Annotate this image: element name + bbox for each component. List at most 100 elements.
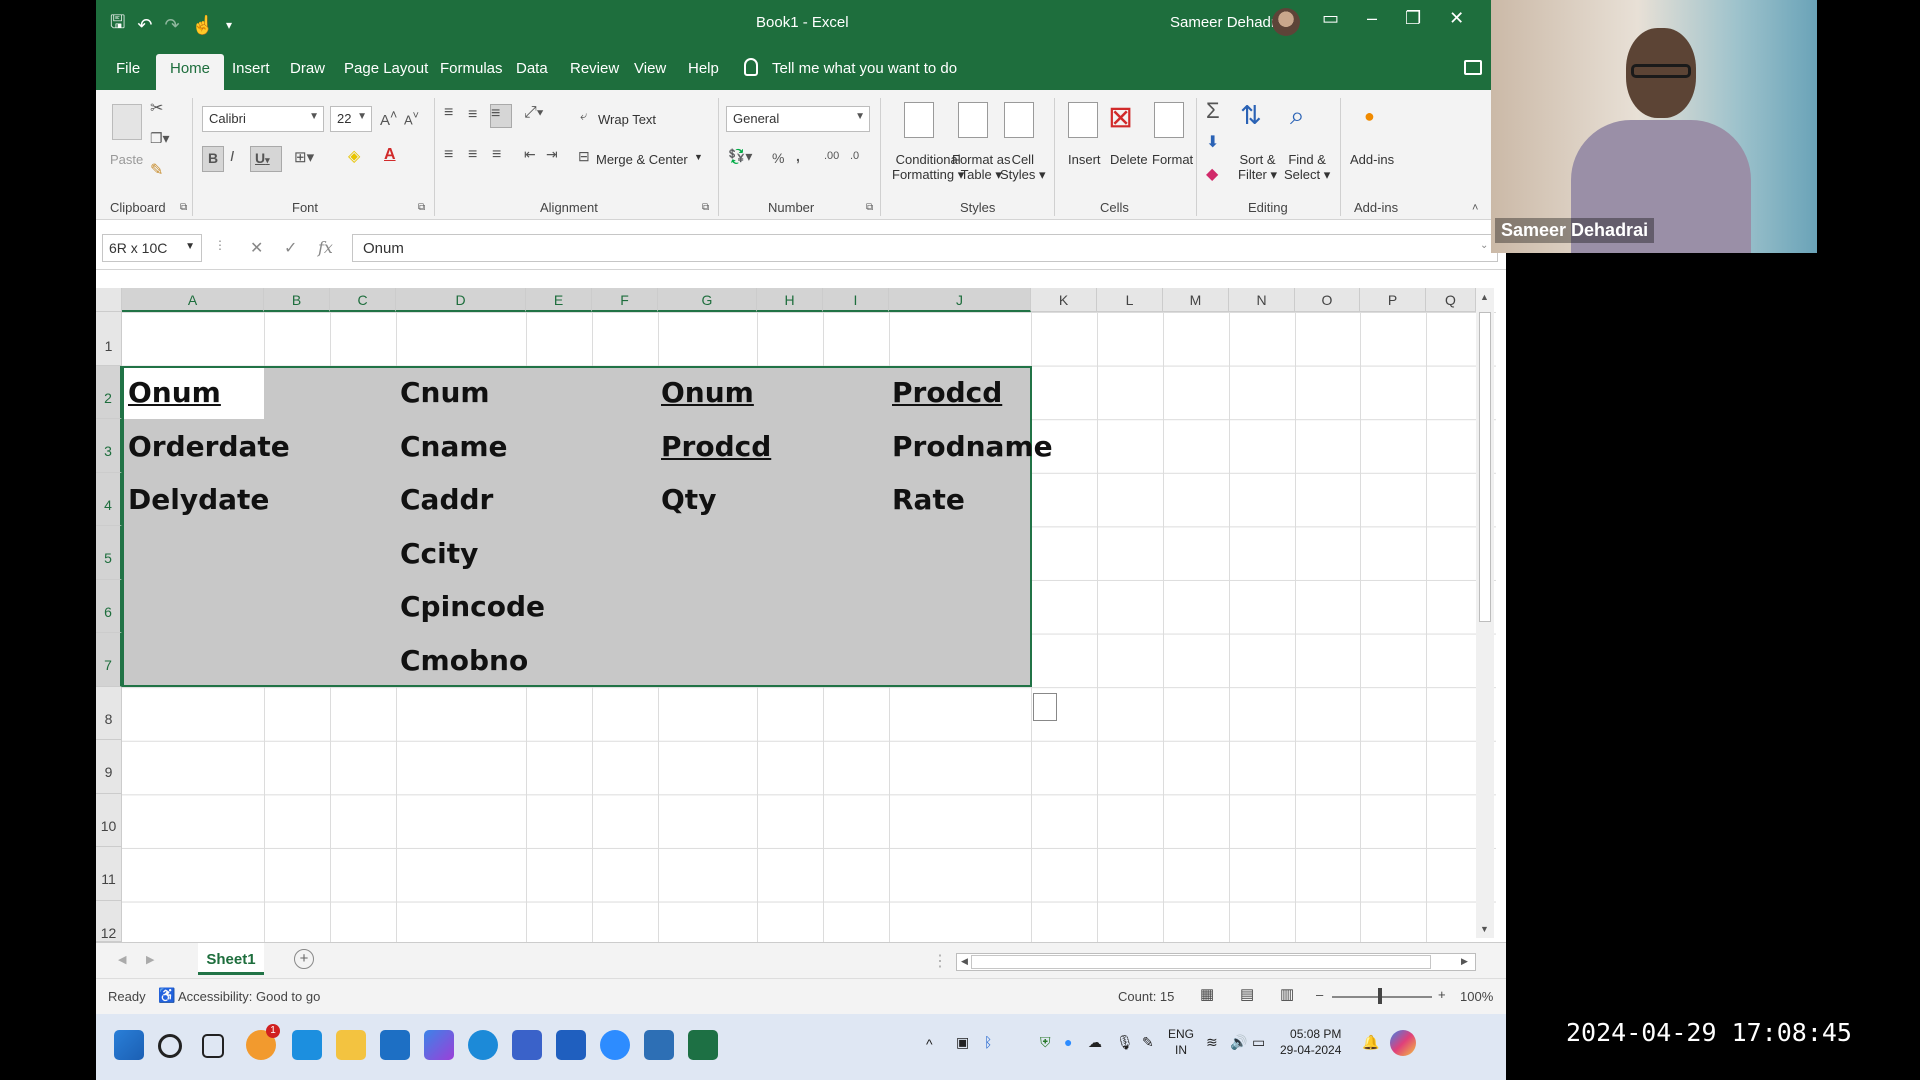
align-top-icon[interactable]: ≡ xyxy=(444,104,453,122)
delete-cells-icon[interactable]: ⊠ xyxy=(1108,100,1133,135)
row-header-4[interactable]: 4 xyxy=(96,473,122,526)
italic-button[interactable]: I xyxy=(230,148,234,165)
whiteboard-icon[interactable] xyxy=(556,1030,586,1060)
cell-d7[interactable]: Cmobno xyxy=(400,644,528,677)
tab-file[interactable]: File xyxy=(116,60,140,77)
add-ins-button[interactable]: Add-ins xyxy=(1350,152,1394,167)
column-header-d[interactable]: D xyxy=(396,288,526,312)
column-header-n[interactable]: N xyxy=(1229,288,1295,312)
format-as-table-icon[interactable] xyxy=(958,102,988,138)
tab-draw[interactable]: Draw xyxy=(290,60,325,77)
add-ins-icon[interactable]: ● xyxy=(1364,106,1375,127)
ribbon-display-icon[interactable]: ▭ xyxy=(1322,8,1339,29)
format-cells-button[interactable]: Format xyxy=(1152,152,1193,167)
horizontal-scrollbar[interactable]: ◀ ▶ xyxy=(956,953,1476,971)
delete-cells-button[interactable]: Delete xyxy=(1110,152,1148,167)
row-header-10[interactable]: 10 xyxy=(96,794,122,847)
column-header-g[interactable]: G xyxy=(658,288,757,312)
collapse-ribbon-icon[interactable]: ˄ xyxy=(1472,202,1478,214)
cell-styles-button[interactable]: Cell Styles ▾ xyxy=(1000,152,1046,183)
column-header-j[interactable]: J xyxy=(889,288,1031,312)
formula-input[interactable]: Onum xyxy=(352,234,1498,262)
minimize-icon[interactable]: – xyxy=(1367,8,1377,29)
scroll-down-icon[interactable]: ▼ xyxy=(1480,924,1489,934)
row-header-7[interactable]: 7 xyxy=(96,633,122,687)
scroll-up-icon[interactable]: ▲ xyxy=(1480,292,1489,302)
paste-button[interactable]: Paste xyxy=(110,152,143,167)
sheet-tab-sheet1[interactable]: Sheet1 xyxy=(198,943,264,975)
scroll-left-icon[interactable]: ◀ xyxy=(961,956,968,967)
language-indicator[interactable]: ENG IN xyxy=(1168,1026,1194,1058)
column-header-e[interactable]: E xyxy=(526,288,592,312)
search-icon[interactable] xyxy=(158,1034,182,1058)
comments-icon[interactable] xyxy=(1464,60,1482,75)
zoom-in-icon[interactable]: + xyxy=(1438,987,1446,1002)
decrease-font-icon[interactable]: A˅ xyxy=(404,110,419,127)
insert-function-icon[interactable]: fx xyxy=(318,238,333,257)
increase-font-icon[interactable]: A˄ xyxy=(380,108,397,129)
copilot-icon[interactable] xyxy=(424,1030,454,1060)
increase-indent-icon[interactable]: ⇥ xyxy=(546,146,558,163)
font-size-select[interactable]: 22 ▼ xyxy=(330,106,372,132)
cancel-icon[interactable]: ✕ xyxy=(250,238,263,258)
column-header-m[interactable]: M xyxy=(1163,288,1229,312)
accounting-format-icon[interactable]: 💱▾ xyxy=(728,148,752,165)
onedrive-icon[interactable]: ☁ xyxy=(1088,1034,1102,1051)
row-header-3[interactable]: 3 xyxy=(96,419,122,473)
merge-center-button[interactable]: Merge & Center xyxy=(596,152,688,167)
zoom-slider-thumb[interactable] xyxy=(1378,988,1382,1004)
scroll-right-icon[interactable]: ▶ xyxy=(1461,956,1468,967)
clipboard-launcher-icon[interactable]: ⧉ xyxy=(180,202,187,213)
cell-j3[interactable]: Prodname xyxy=(892,430,1053,463)
expand-formula-bar-icon[interactable]: ⌄ xyxy=(1480,240,1488,251)
cell-a3[interactable]: Orderdate xyxy=(128,430,290,463)
conditional-formatting-icon[interactable] xyxy=(904,102,934,138)
tray-app-icon[interactable]: ▣ xyxy=(956,1034,969,1051)
font-color-icon[interactable]: A xyxy=(384,146,396,164)
notepad-icon[interactable] xyxy=(644,1030,674,1060)
cut-icon[interactable]: ✂ xyxy=(150,98,163,118)
customize-qat-icon[interactable]: ▾ xyxy=(226,18,232,32)
tab-data[interactable]: Data xyxy=(516,60,548,77)
paste-icon[interactable] xyxy=(112,104,142,140)
quick-analysis-icon[interactable] xyxy=(1033,693,1057,721)
worksheet-grid[interactable]: A B C D E F G H I J K L M N O P Q 1 2 3 … xyxy=(96,288,1496,942)
row-header-5[interactable]: 5 xyxy=(96,526,122,580)
wifi-icon[interactable]: ≋ xyxy=(1206,1034,1218,1051)
vertical-scroll-thumb[interactable] xyxy=(1479,312,1491,622)
enter-icon[interactable]: ✓ xyxy=(284,238,297,258)
row-header-9[interactable]: 9 xyxy=(96,740,122,794)
split-handle-icon[interactable]: ⋮ xyxy=(932,951,948,971)
redo-icon[interactable]: ↷ xyxy=(164,15,179,36)
format-painter-icon[interactable]: ✎ xyxy=(150,160,163,180)
column-header-b[interactable]: B xyxy=(264,288,330,312)
align-middle-icon[interactable]: ≡ xyxy=(468,106,477,124)
windows-start-icon[interactable] xyxy=(114,1030,144,1060)
align-right-icon[interactable]: ≡ xyxy=(492,146,501,164)
decrease-indent-icon[interactable]: ⇤ xyxy=(524,146,536,163)
row-header-2[interactable]: 2 xyxy=(96,366,122,419)
fill-icon[interactable]: ⬇ xyxy=(1206,132,1219,152)
cell-d6[interactable]: Cpincode xyxy=(400,590,545,623)
tab-help[interactable]: Help xyxy=(688,60,719,77)
undo-icon[interactable]: ↶ xyxy=(137,15,152,36)
tab-home[interactable]: Home xyxy=(156,54,225,90)
restore-icon[interactable]: ❐ xyxy=(1405,8,1421,29)
task-view-icon[interactable] xyxy=(202,1034,224,1058)
row-header-8[interactable]: 8 xyxy=(96,687,122,740)
horizontal-scroll-thumb[interactable] xyxy=(971,955,1431,969)
cell-d5[interactable]: Ccity xyxy=(400,537,478,570)
tell-me-search[interactable]: Tell me what you want to do xyxy=(772,60,957,77)
column-header-l[interactable]: L xyxy=(1097,288,1163,312)
security-icon[interactable]: ⛨ xyxy=(1040,1034,1051,1051)
decrease-decimal-icon[interactable]: .0 xyxy=(850,150,859,162)
copy-icon[interactable]: ❐▾ xyxy=(150,130,170,147)
find-select-button[interactable]: Find & Select ▾ xyxy=(1284,152,1330,183)
column-header-c[interactable]: C xyxy=(330,288,396,312)
tab-formulas[interactable]: Formulas xyxy=(440,60,503,77)
name-box[interactable]: 6R x 10C ▼ xyxy=(102,234,202,262)
wrap-text-button[interactable]: Wrap Text xyxy=(598,112,656,127)
increase-decimal-icon[interactable]: .00 xyxy=(824,150,839,162)
bold-button[interactable]: B xyxy=(202,146,224,172)
percent-icon[interactable]: % xyxy=(772,150,784,166)
